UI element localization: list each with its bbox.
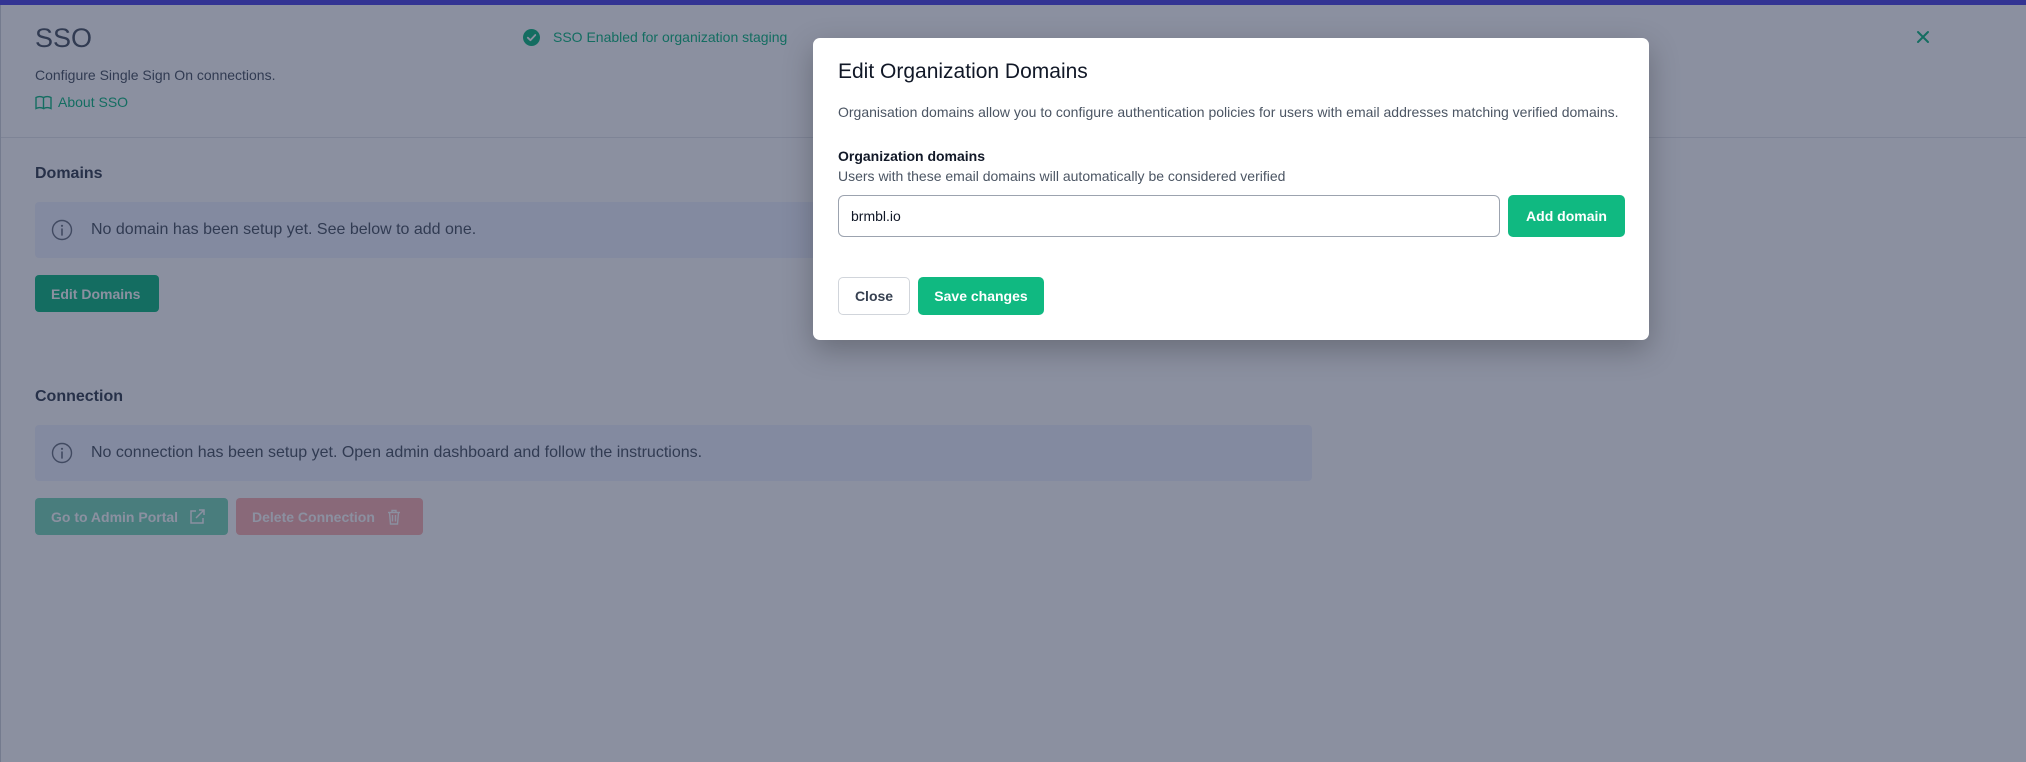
modal-description: Organisation domains allow you to config…	[838, 104, 1619, 120]
save-changes-button[interactable]: Save changes	[918, 277, 1044, 315]
domains-field-help: Users with these email domains will auto…	[838, 168, 1286, 184]
edit-domains-modal: Edit Organization Domains Organisation d…	[813, 38, 1649, 340]
close-button[interactable]: Close	[838, 277, 910, 315]
domains-field-label: Organization domains	[838, 148, 986, 164]
modal-title: Edit Organization Domains	[838, 60, 1088, 83]
add-domain-button[interactable]: Add domain	[1508, 195, 1625, 237]
domain-input[interactable]	[838, 195, 1500, 237]
